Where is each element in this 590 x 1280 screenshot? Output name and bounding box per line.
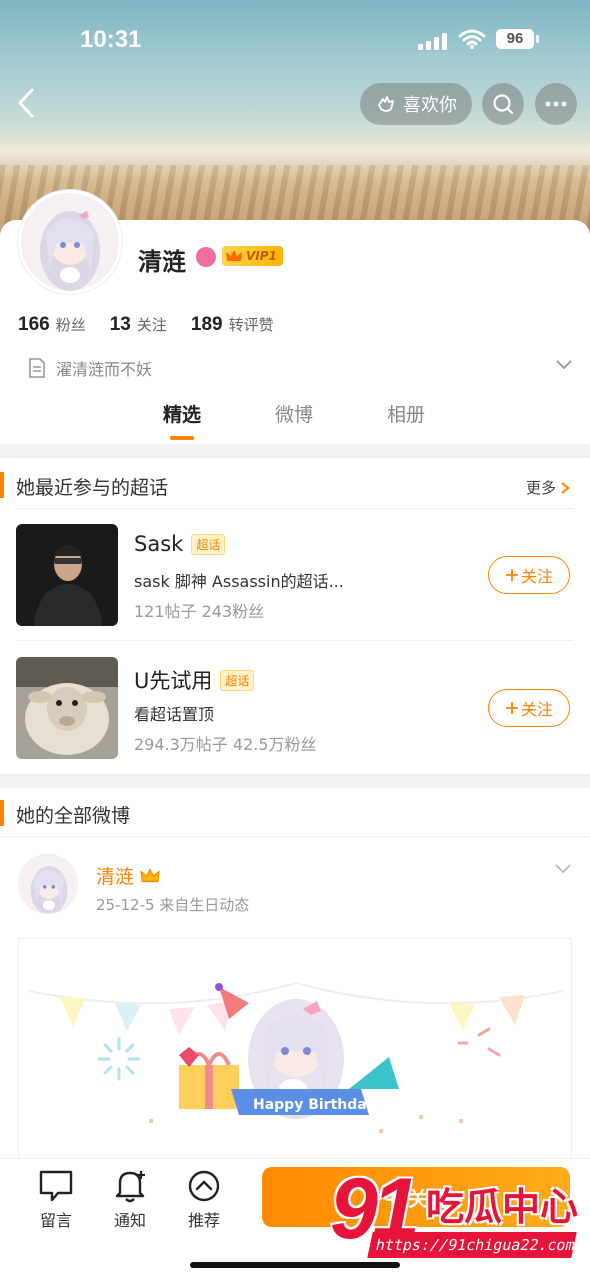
follow-button[interactable]: 关注 [488,689,570,727]
chevron-down-icon[interactable] [554,862,572,874]
profile-tabs: 精选 微博 相册 [0,400,590,442]
supertopics-title: 她最近参与的超话 [16,477,169,499]
divider [0,836,590,837]
birthday-caption: Happy Birthday [253,1097,375,1113]
active-tab-indicator [170,436,194,440]
wifi-icon [458,29,486,49]
plus-icon [505,702,518,714]
profile-name: 清涟 [138,248,186,276]
stat-value: 13 [109,314,131,335]
post-author-name: 清涟 [96,866,135,888]
message-icon [39,1170,73,1202]
follow-label: 关注 [520,700,553,719]
supertopic-thumbnail [16,657,118,759]
stat-following[interactable]: 13 关注 [110,314,167,336]
stat-label: 关注 [136,316,167,334]
chevron-up-circle-icon [188,1170,220,1202]
section-accent-bar [0,472,4,498]
plus-icon [505,569,518,581]
post-header: 清涟 25-12-5 来自生日动态 [0,840,590,930]
supertopic-title: Sask 超话 [134,532,226,556]
bell-plus-icon [115,1171,145,1203]
signal-icon [418,32,448,50]
supertopics-header: 她最近参与的超话 更多 [0,460,590,510]
profile-bio[interactable]: 濯清涟而不妖 [28,356,573,380]
supertopic-name: U先试用 [134,669,213,693]
bio-text: 濯清涟而不妖 [56,360,153,379]
tab-featured[interactable]: 精选 [163,400,201,427]
supertopic-desc: sask 脚神 Assassin的超话... [134,572,344,591]
crown-icon [226,250,242,261]
supertopic-meta: 121帖子 243粉丝 [134,602,265,621]
post-author[interactable]: 清涟 [96,862,160,889]
more-link[interactable]: 更多 [526,477,570,498]
recommend-label: 推荐 [187,1211,220,1230]
follow-user-button[interactable]: + 关注 [262,1167,570,1227]
crown-icon [140,867,160,882]
supertopic-tag: 超话 [220,669,255,691]
supertopic-thumbnail [16,524,118,626]
more-button[interactable] [535,83,577,125]
supertopic-name: Sask [134,532,184,556]
posts-header: 她的全部微博 [0,788,590,838]
avatar[interactable] [18,190,122,294]
supertopic-desc: 看超话置顶 [134,705,215,724]
status-bar: 10:31 96 [0,24,590,60]
vip-badge[interactable]: VIP1 [222,246,283,266]
post-meta: 25-12-5 来自生日动态 [96,896,250,914]
supertopic-meta: 294.3万帖子 42.5万粉丝 [134,735,317,754]
document-icon [29,358,45,378]
profile-stats: 166 粉丝 13 关注 189 转评赞 [18,314,274,336]
posts-title: 她的全部微博 [16,805,131,827]
stat-interactions[interactable]: 189 转评赞 [191,314,274,336]
tab-album[interactable]: 相册 [387,400,425,427]
stat-value: 189 [190,314,223,335]
notify-label: 通知 [113,1211,146,1230]
follow-label: 关注 [520,567,553,586]
supertopic-item[interactable]: Sask 超话 sask 脚神 Assassin的超话... 121帖子 243… [0,508,590,640]
stat-followers[interactable]: 166 粉丝 [18,314,86,336]
follow-button[interactable]: 关注 [488,556,570,594]
battery-icon: 96 [496,29,539,49]
search-icon [493,94,514,115]
vip-label: VIP1 [246,249,277,263]
more-dots-icon [545,101,567,107]
section-gap [0,444,590,458]
supertopic-item[interactable]: U先试用 超话 看超话置顶 294.3万帖子 42.5万粉丝 关注 [0,641,590,773]
anime-avatar-image [21,193,119,291]
recommend-action[interactable]: 推荐 [174,1169,234,1231]
hand-heart-icon [378,96,394,112]
comment-label: 留言 [39,1211,72,1230]
supertopic-tag: 超话 [191,533,226,555]
notify-action[interactable]: 通知 [100,1169,160,1231]
chevron-down-icon[interactable] [555,358,573,370]
tab-weibo[interactable]: 微博 [275,400,313,427]
more-label: 更多 [525,479,556,497]
stat-label: 粉丝 [55,316,86,334]
section-gap [0,774,590,788]
home-indicator [190,1262,400,1268]
birthday-card-image[interactable]: Happy Birthday [18,938,572,1160]
birthday-illustration: Happy Birthday [28,981,564,1133]
stat-label: 转评赞 [228,316,274,334]
supertopic-title: U先试用 超话 [134,665,255,695]
post-avatar[interactable] [18,854,78,914]
verified-badge-icon [196,247,216,267]
status-time: 10:31 [80,26,142,53]
stat-value: 166 [18,314,50,335]
like-you-button[interactable]: 喜欢你 [360,83,472,125]
comment-action[interactable]: 留言 [26,1169,86,1231]
like-you-label: 喜欢你 [403,95,457,116]
section-accent-bar [0,800,4,826]
back-icon[interactable] [10,86,44,120]
search-button[interactable] [482,83,524,125]
chevron-right-icon [561,481,570,494]
